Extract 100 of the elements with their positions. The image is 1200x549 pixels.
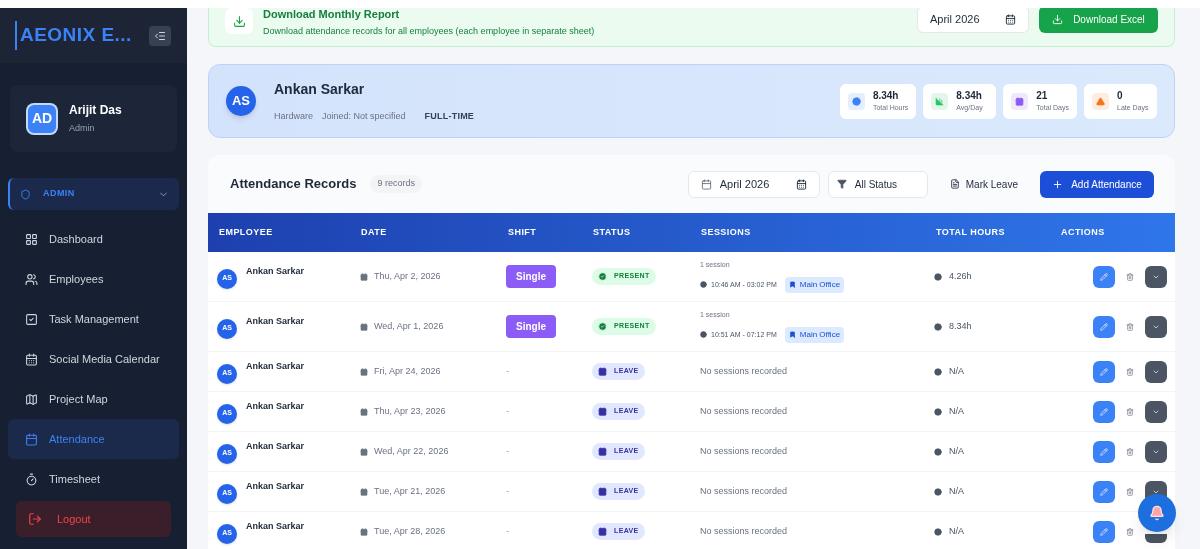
pencil-icon [1100, 527, 1108, 536]
edit-button[interactable] [1093, 480, 1115, 503]
employee-name: Ankan Sarkar [246, 314, 305, 328]
no-sessions-text: No sessions recorded [700, 524, 789, 538]
nav-item[interactable]: Social Media Calendar [8, 339, 179, 379]
column-header: DATE [360, 225, 387, 239]
month-field[interactable]: April 2026 [687, 170, 820, 198]
user-role: Admin [69, 122, 96, 136]
no-sessions-text: No sessions recorded [700, 404, 789, 418]
date-text: Wed, Apr 1, 2026 [374, 319, 444, 333]
pencil-icon [1100, 447, 1108, 456]
map-icon [25, 392, 38, 406]
trash-icon [1126, 487, 1134, 496]
filter-icon [836, 179, 847, 189]
nav-item[interactable]: Timesheet [8, 459, 179, 499]
shift-badge: Single [506, 315, 556, 338]
stat-value: 21 [1036, 89, 1049, 104]
download-icon [1052, 13, 1064, 25]
shield-icon [20, 188, 31, 200]
edit-button[interactable] [1093, 440, 1115, 463]
check-icon [598, 272, 607, 281]
expand-button[interactable] [1145, 315, 1167, 338]
date-text: Wed, Apr 22, 2026 [374, 444, 449, 458]
column-header: SHIFT [507, 225, 537, 239]
location-tag: Main Office [784, 276, 845, 293]
no-sessions-text: No sessions recorded [700, 364, 789, 378]
user-avatar: AD [26, 102, 58, 135]
logout-button[interactable]: Logout [16, 501, 171, 537]
add-attendance-button[interactable]: Add Attendance [1040, 170, 1154, 198]
edit-button[interactable] [1093, 360, 1115, 383]
no-sessions-text: No sessions recorded [700, 444, 789, 458]
date-text: Fri, Apr 24, 2026 [374, 364, 441, 378]
column-header: SESSIONS [700, 225, 751, 239]
expand-button[interactable] [1145, 360, 1167, 383]
bookmark-icon [788, 281, 796, 289]
employee-name: Ankan Sarkar [246, 439, 305, 453]
expand-button[interactable] [1145, 440, 1167, 463]
brand-logo: AEONIX E... [15, 21, 132, 50]
nav-item[interactable]: Employees [8, 259, 179, 299]
expand-button[interactable] [1145, 400, 1167, 423]
date-text: Thu, Apr 23, 2026 [374, 404, 446, 418]
trash-icon [1126, 447, 1134, 456]
column-header: ACTIONS [1060, 225, 1105, 239]
stat-value: 8.34h [956, 89, 983, 104]
shift-text: - [506, 404, 509, 418]
report-title: Download Monthly Report [263, 8, 401, 22]
total-hours: N/A [949, 484, 964, 498]
nav-item[interactable]: Attendance [8, 419, 179, 459]
plus-icon [1052, 178, 1064, 190]
date-text: Thu, Apr 2, 2026 [374, 269, 441, 283]
user-name: Arijit Das [69, 102, 122, 120]
collapse-icon [154, 29, 166, 42]
edit-button[interactable] [1093, 400, 1115, 423]
date-text: Tue, Apr 28, 2026 [374, 524, 446, 538]
total-hours: N/A [949, 524, 964, 538]
bell-icon [1149, 505, 1165, 521]
logout-icon [28, 512, 42, 526]
status-filter[interactable]: All Status [827, 170, 928, 198]
grid-icon [25, 232, 38, 246]
records-title: Attendance Records [230, 175, 357, 194]
month-field[interactable]: April 2026 [917, 8, 1029, 33]
nav-item[interactable]: Dashboard [8, 219, 179, 259]
checkbox-icon [25, 312, 38, 326]
employee-avatar: AS [226, 86, 256, 116]
nav-item[interactable]: Task Management [8, 299, 179, 339]
trash-icon [1126, 407, 1134, 416]
pencil-icon [1100, 272, 1108, 281]
column-header: TOTAL HOURS [935, 225, 1005, 239]
total-hours: N/A [949, 364, 964, 378]
employee-name: Ankan Sarkar [246, 519, 305, 533]
edit-button[interactable] [1093, 315, 1115, 338]
trash-icon [1126, 527, 1134, 536]
edit-button[interactable] [1093, 520, 1115, 543]
employee-name: Ankan Sarkar [274, 79, 366, 99]
nav-item[interactable]: Project Map [8, 379, 179, 419]
department: Hardware [274, 109, 313, 123]
mark-leave-button[interactable]: Mark Leave [935, 170, 1032, 198]
pencil-icon [1100, 367, 1108, 376]
trash-icon [1126, 367, 1134, 376]
location-tag: Main Office [784, 326, 845, 343]
employee-name: Ankan Sarkar [246, 479, 305, 493]
shift-text: - [506, 484, 509, 498]
collapse-button[interactable] [149, 25, 171, 46]
shift-badge: Single [506, 265, 556, 288]
pencil-icon [1100, 322, 1108, 331]
people-icon [25, 272, 38, 286]
total-hours: 8.34h [949, 319, 972, 333]
total-hours: N/A [949, 444, 964, 458]
expand-button[interactable] [1145, 533, 1167, 543]
expand-button[interactable] [1145, 265, 1167, 288]
report-description: Download attendance records for all employees (each employee in separate sheet) [263, 25, 596, 38]
trash-icon [1126, 272, 1134, 281]
stopwatch-icon [25, 472, 38, 486]
pencil-icon [1100, 407, 1108, 416]
edit-button[interactable] [1093, 265, 1115, 288]
shift-text: - [506, 524, 509, 538]
total-hours: N/A [949, 404, 964, 418]
joined-date: Joined: Not specified [322, 109, 406, 123]
no-sessions-text: No sessions recorded [700, 484, 789, 498]
admin-group[interactable]: ADMIN [8, 178, 179, 210]
